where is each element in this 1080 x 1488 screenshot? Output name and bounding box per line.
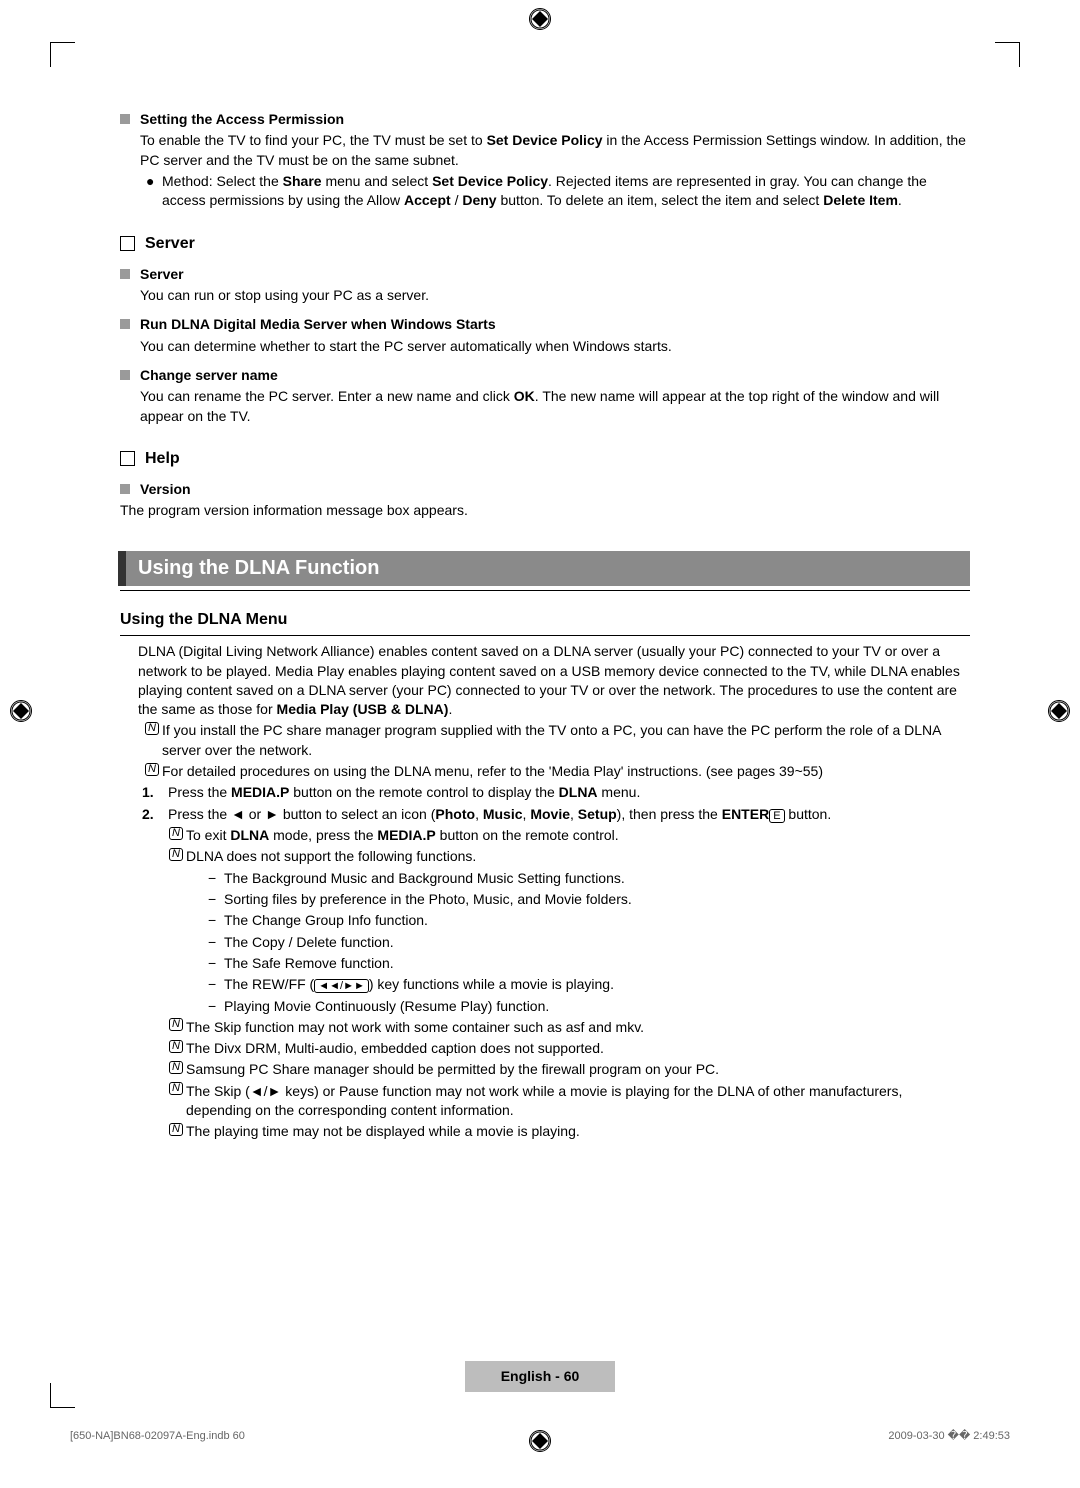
note-install-share: N If you install the PC share manager pr… (142, 721, 970, 760)
section-rule (120, 590, 970, 591)
subheading-version: Version (120, 480, 970, 499)
heading-server: Server (120, 233, 970, 255)
list-item: −The Change Group Info function. (208, 911, 970, 930)
checkbox-icon (120, 451, 135, 466)
access-method-text: ● Method: Select the Share menu and sele… (146, 172, 970, 211)
square-bullet-icon (120, 484, 130, 494)
server-text: You can run or stop using your PC as a s… (140, 286, 970, 305)
reg-mark-right-icon (1048, 700, 1070, 722)
checkbox-icon (120, 236, 135, 251)
manual-page: Setting the Access Permission To enable … (0, 0, 1080, 1488)
reg-mark-top-icon (529, 8, 551, 30)
square-bullet-icon (120, 319, 130, 329)
note-icon: N (142, 762, 162, 778)
print-footer: [650-NA]BN68-02097A-Eng.indb 60 2009-03-… (70, 1429, 1010, 1444)
note-icon: N (166, 1039, 186, 1055)
reg-mark-left-icon (10, 700, 32, 722)
note-skip: N The Skip function may not work with so… (166, 1018, 970, 1037)
note-divx: N The Divx DRM, Multi-audio, embedded ca… (166, 1039, 970, 1058)
change-name-text: You can rename the PC server. Enter a ne… (140, 387, 970, 426)
note-skip-pause: N The Skip (◄/► keys) or Pause function … (166, 1082, 970, 1121)
step-1: 1. Press the MEDIA.P button on the remot… (142, 783, 970, 802)
note-exit-dlna: N To exit DLNA mode, press the MEDIA.P b… (166, 826, 970, 845)
rewff-icon: ◄◄/►► (314, 979, 369, 993)
note-icon: N (166, 847, 186, 863)
list-item: −The REW/FF (◄◄/►►) key functions while … (208, 975, 970, 994)
note-icon: N (166, 1060, 186, 1076)
note-icon: N (166, 1122, 186, 1138)
crop-mark-icon (50, 42, 75, 67)
subheading-change-name: Change server name (120, 366, 970, 385)
list-item: −The Copy / Delete function. (208, 933, 970, 952)
list-item: −Playing Movie Continuously (Resume Play… (208, 997, 970, 1016)
print-file: [650-NA]BN68-02097A-Eng.indb 60 (70, 1429, 245, 1444)
list-item: −The Background Music and Background Mus… (208, 869, 970, 888)
heading-help: Help (120, 448, 970, 470)
page-number: English - 60 (465, 1361, 615, 1392)
note-icon: N (166, 1082, 186, 1098)
run-dlna-text: You can determine whether to start the P… (140, 337, 970, 356)
crop-mark-icon (995, 42, 1020, 67)
unsupported-list: −The Background Music and Background Mus… (208, 869, 970, 1016)
note-icon: N (142, 721, 162, 737)
subheading-server: Server (120, 265, 970, 284)
dlna-intro-text: DLNA (Digital Living Network Alliance) e… (138, 642, 970, 719)
subheading-run-dlna: Run DLNA Digital Media Server when Windo… (120, 315, 970, 334)
crop-mark-icon (50, 1383, 75, 1408)
print-time: 2009-03-30 �� 2:49:53 (888, 1429, 1010, 1444)
note-see-pages: N For detailed procedures on using the D… (142, 762, 970, 781)
section-bar-dlna: Using the DLNA Function (118, 551, 970, 587)
access-permission-text: To enable the TV to find your PC, the TV… (140, 131, 970, 170)
square-bullet-icon (120, 370, 130, 380)
enter-icon: E (769, 809, 784, 823)
list-item: −The Safe Remove function. (208, 954, 970, 973)
version-text: The program version information message … (120, 501, 970, 520)
note-icon: N (166, 826, 186, 842)
heading-dlna-menu: Using the DLNA Menu (120, 609, 970, 636)
list-item: −Sorting files by preference in the Phot… (208, 890, 970, 909)
note-play-time: N The playing time may not be displayed … (166, 1122, 970, 1141)
heading-access-permission: Setting the Access Permission (120, 110, 970, 129)
note-icon: N (166, 1018, 186, 1034)
square-bullet-icon (120, 269, 130, 279)
square-bullet-icon (120, 114, 130, 124)
disc-bullet-icon: ● (146, 172, 162, 211)
step-2: 2. Press the ◄ or ► button to select an … (142, 805, 970, 824)
note-unsupported: N DLNA does not support the following fu… (166, 847, 970, 866)
note-firewall: N Samsung PC Share manager should be per… (166, 1060, 970, 1079)
